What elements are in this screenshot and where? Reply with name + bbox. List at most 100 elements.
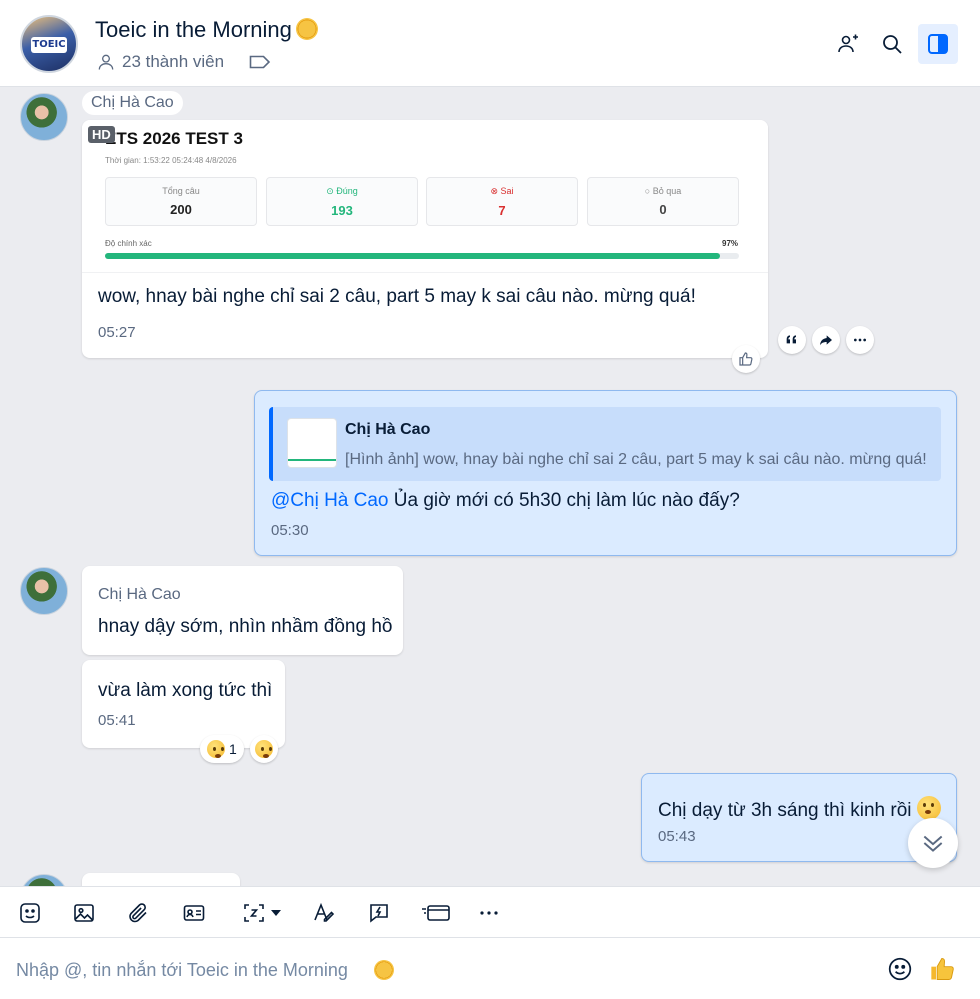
reply-quote-button[interactable] <box>778 326 806 354</box>
contact-card-icon <box>183 905 205 921</box>
sidebar-toggle-button[interactable] <box>918 24 958 64</box>
avatar-badge-text: TOEIC <box>31 37 67 53</box>
search-button[interactable] <box>872 24 912 64</box>
lightning-bubble-icon <box>370 904 388 923</box>
payment-button[interactable] <box>420 899 452 927</box>
sticker-icon <box>20 903 40 923</box>
stat-value: 200 <box>170 202 192 217</box>
quick-message-button[interactable] <box>365 899 393 927</box>
message-input[interactable] <box>16 956 356 984</box>
stat-wrong: ⊗ Sai 7 <box>426 177 578 226</box>
reaction-count: 1 <box>229 741 237 757</box>
double-chevron-down-icon <box>923 835 943 852</box>
quote-icon <box>786 335 796 344</box>
card-transfer-icon <box>422 905 450 921</box>
stat-value: 7 <box>498 203 506 218</box>
message-composer <box>0 938 980 999</box>
more-dots-icon <box>480 911 498 915</box>
image-message-bubble[interactable]: ETS 2026 TEST 3 HD Thời gian: 1:53:22 05… <box>82 120 768 358</box>
members-count[interactable]: 23 thành viên <box>96 52 224 72</box>
sun-emoji-icon <box>295 18 318 40</box>
forward-button[interactable] <box>812 326 840 354</box>
contact-card-button[interactable] <box>180 899 208 927</box>
image-title: ETS 2026 TEST 3 <box>105 129 243 148</box>
sidebar-toggle-icon <box>928 34 948 54</box>
image-icon <box>74 904 94 922</box>
emoji-picker-button[interactable] <box>885 954 915 984</box>
empty-circle-icon: ○ <box>644 186 653 196</box>
paperclip-icon <box>129 903 147 923</box>
stat-label: ⊙ Đúng <box>267 186 417 197</box>
like-reaction-button[interactable] <box>732 345 760 373</box>
quoted-message[interactable]: Chị Hà Cao [Hình ảnh] wow, hnay bài nghe… <box>269 407 941 481</box>
group-avatar[interactable]: TOEIC <box>20 15 78 73</box>
smiley-icon <box>888 957 912 981</box>
sender-avatar[interactable] <box>20 567 68 615</box>
caret-down-icon <box>271 910 281 916</box>
thumbs-up-icon <box>931 958 954 980</box>
accuracy-value: 97% <box>722 239 739 248</box>
mention-link[interactable]: @Chị Hà Cao <box>271 490 389 511</box>
wow-emoji-icon <box>255 740 273 758</box>
more-dots-icon <box>854 338 866 342</box>
x-circle-icon: ⊗ <box>490 186 501 196</box>
message-time: 05:30 <box>271 522 309 539</box>
message-bubble[interactable]: Chị Hà Cao hnay dậy sớm, nhìn nhầm đồng … <box>82 566 403 655</box>
search-icon <box>883 35 902 54</box>
result-screenshot-image[interactable]: ETS 2026 TEST 3 HD Thời gian: 1:53:22 05… <box>82 120 768 273</box>
quoted-sender: Chị Hà Cao <box>345 421 431 438</box>
stat-label-text: Bỏ qua <box>652 186 682 196</box>
more-tools-button[interactable] <box>475 899 503 927</box>
sticker-button[interactable] <box>16 899 44 927</box>
sender-avatar[interactable] <box>20 874 68 886</box>
stat-label: ○ Bỏ qua <box>588 186 738 196</box>
attach-file-button[interactable] <box>124 899 152 927</box>
sender-name-chip: Chị Hà Cao <box>82 91 183 115</box>
stat-correct: ⊙ Đúng 193 <box>266 177 418 226</box>
stat-label: ⊗ Sai <box>427 186 577 197</box>
stat-value: 0 <box>659 202 667 217</box>
message-bubble[interactable] <box>82 873 240 886</box>
message-body: Chị dạy từ 3h sáng thì kinh rồi <box>658 800 912 821</box>
quick-like-button[interactable] <box>928 954 958 984</box>
more-options-button[interactable] <box>846 326 874 354</box>
screenshot-button[interactable] <box>236 899 288 927</box>
group-title[interactable]: Toeic in the Morning <box>95 17 318 43</box>
add-member-icon <box>838 34 858 53</box>
message-text: wow, hnay bài nghe chỉ sai 2 câu, part 5… <box>98 286 696 307</box>
message-text: Chị dạy từ 3h sáng thì kinh rồi <box>658 796 941 822</box>
image-meta: Thời gian: 1:53:22 05:24:48 4/8/2026 <box>105 156 237 165</box>
image-button[interactable] <box>70 899 98 927</box>
accuracy-progress-bar <box>105 253 739 259</box>
message-time: 05:27 <box>98 324 136 341</box>
add-reaction-button[interactable] <box>250 735 278 763</box>
thumbs-up-icon <box>739 352 753 366</box>
message-time: 05:41 <box>98 712 136 729</box>
scroll-to-bottom-button[interactable] <box>908 818 958 868</box>
message-text: hnay dậy sớm, nhìn nhầm đồng hồ <box>98 616 393 637</box>
quoted-image-thumbnail <box>287 418 337 468</box>
message-bubble[interactable]: vừa làm xong tức thì 05:41 <box>82 660 285 748</box>
message-text: vừa làm xong tức thì <box>98 680 273 701</box>
sun-emoji-icon <box>374 960 394 980</box>
smile-emoji-icon <box>916 796 941 820</box>
hd-badge: HD <box>88 126 115 143</box>
tag-icon[interactable] <box>249 54 271 70</box>
quoted-text: [Hình ảnh] wow, hnay bài nghe chỉ sai 2 … <box>345 451 927 468</box>
add-member-button[interactable] <box>828 24 868 64</box>
wow-emoji-icon <box>207 740 225 758</box>
stat-label-text: Đúng <box>336 186 358 196</box>
stat-value: 193 <box>331 203 353 218</box>
stat-label: Tổng câu <box>162 186 200 196</box>
text-format-button[interactable] <box>310 899 338 927</box>
group-title-text: Toeic in the Morning <box>95 17 292 42</box>
chat-header: TOEIC Toeic in the Morning 23 thành viên <box>0 0 980 87</box>
reaction-summary[interactable]: 1 <box>200 735 244 763</box>
my-message-bubble[interactable]: Chị Hà Cao [Hình ảnh] wow, hnay bài nghe… <box>254 390 957 556</box>
composer-toolbar <box>0 886 980 938</box>
sender-avatar[interactable] <box>20 93 68 141</box>
accuracy-progress-fill <box>105 253 720 259</box>
message-list[interactable]: Chị Hà Cao ETS 2026 TEST 3 HD Thời gian:… <box>0 88 980 886</box>
screenshot-icon <box>244 904 264 922</box>
person-icon <box>98 54 114 70</box>
